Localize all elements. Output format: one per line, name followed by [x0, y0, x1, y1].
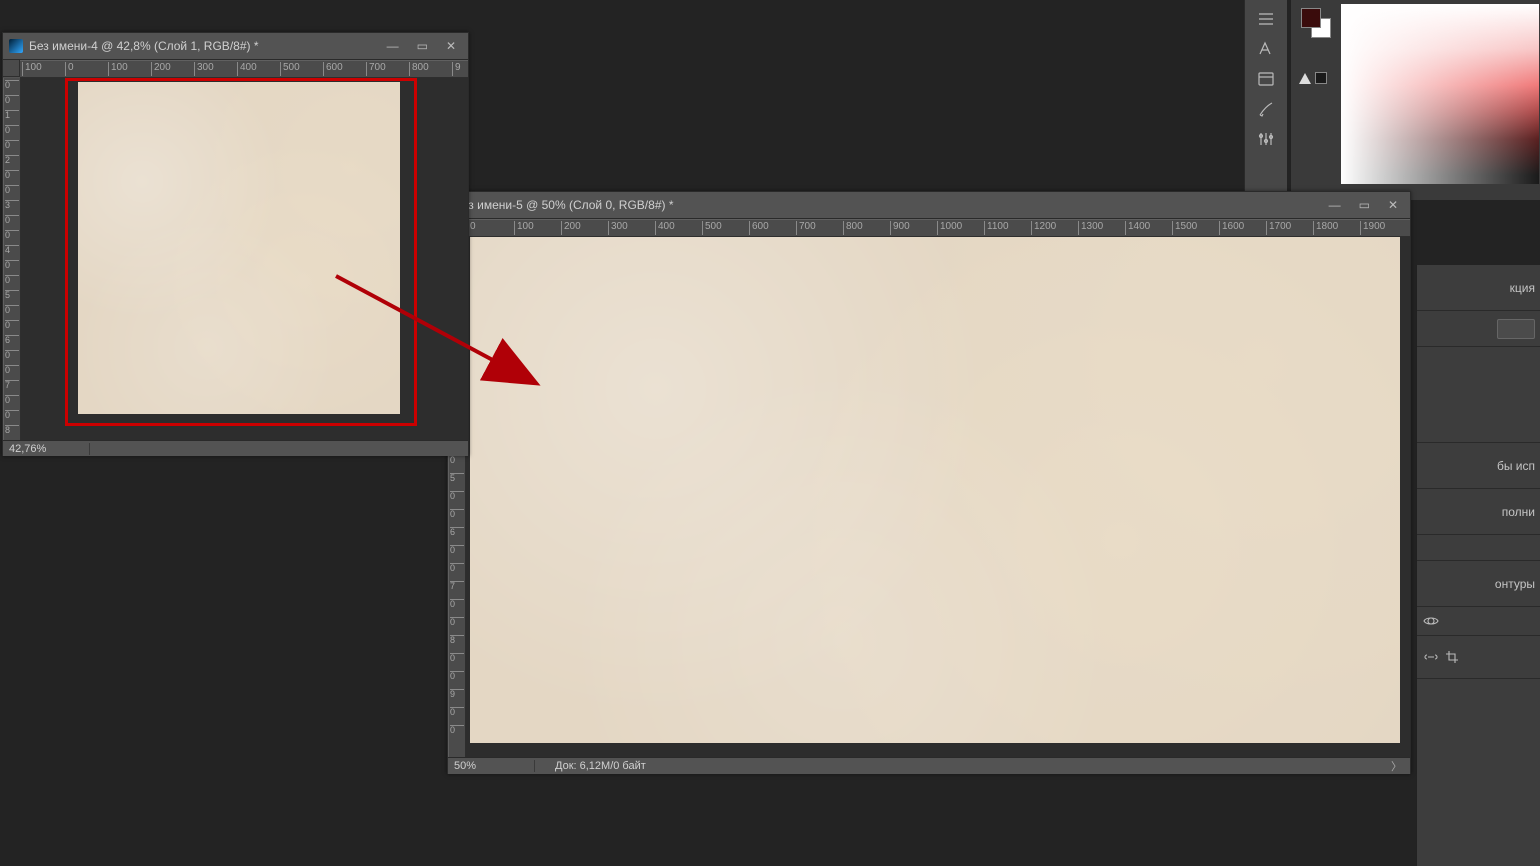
close-icon[interactable]: ✕: [446, 40, 456, 52]
window2-title: Без имени-5 @ 50% (Слой 0, RGB/8#) *: [454, 198, 1329, 212]
maximize-icon[interactable]: ▭: [1359, 199, 1370, 211]
character-panel-icon[interactable]: [1254, 40, 1278, 58]
window1-title: Без имени-4 @ 42,8% (Слой 1, RGB/8#) *: [29, 39, 387, 53]
statusbar-1: 42,76%: [3, 440, 468, 456]
brush-panel-icon[interactable]: [1254, 100, 1278, 118]
ruler-horizontal-2[interactable]: 0100200300400500600700800900100011001200…: [465, 219, 1410, 237]
foreground-swatch[interactable]: [1301, 8, 1321, 28]
history-panel-icon[interactable]: [1254, 70, 1278, 88]
warning-icon: [1299, 73, 1311, 84]
zoom-field-1[interactable]: 42,76%: [3, 443, 90, 455]
minimize-icon[interactable]: —: [1329, 199, 1341, 211]
canvas-2[interactable]: [470, 237, 1400, 743]
adjustments-panel-icon[interactable]: [1254, 130, 1278, 148]
panel-tab-libraries-btn[interactable]: [1417, 311, 1540, 347]
chevron-right-icon[interactable]: 〉: [1391, 758, 1402, 774]
photoshop-icon: [9, 39, 23, 53]
color-picker-gradient[interactable]: [1341, 4, 1539, 184]
link-icon: [1423, 650, 1439, 664]
statusbar-2: 50% Док: 6,12M/0 байт 〉: [448, 757, 1410, 774]
ruler-horizontal-1[interactable]: 10001002003004005006007008009: [20, 60, 468, 78]
close-icon[interactable]: ✕: [1388, 199, 1398, 211]
document-window-1[interactable]: Без имени-4 @ 42,8% (Слой 1, RGB/8#) * —…: [2, 32, 469, 456]
ruler-vertical-1[interactable]: 001002003004005006007008: [3, 78, 21, 440]
expand-panels-icon[interactable]: [1254, 10, 1278, 28]
titlebar-1[interactable]: Без имени-4 @ 42,8% (Слой 1, RGB/8#) * —…: [3, 33, 468, 60]
panel-tab-spacer2: [1417, 535, 1540, 561]
panel-tab-history[interactable]: бы исп: [1417, 443, 1540, 489]
panel-tab-icons2[interactable]: [1417, 636, 1540, 679]
panel-tab-paths[interactable]: онтуры: [1417, 561, 1540, 607]
crop-icon: [1445, 650, 1461, 664]
eye-icon: [1423, 614, 1439, 628]
panel-tab-spacer1: [1417, 347, 1540, 443]
titlebar-2[interactable]: Без имени-5 @ 50% (Слой 0, RGB/8#) * — ▭…: [448, 192, 1410, 219]
zoom-field-2[interactable]: 50%: [448, 760, 535, 772]
warning-color-box: [1315, 72, 1327, 84]
selection-border: [65, 78, 417, 426]
panel-tab-fill[interactable]: полни: [1417, 489, 1540, 535]
minimize-icon[interactable]: —: [387, 40, 399, 52]
gamut-warning: [1299, 72, 1327, 84]
doc-info-2[interactable]: Док: 6,12M/0 байт: [535, 760, 1391, 772]
panel-tab-icons1[interactable]: [1417, 607, 1540, 636]
panel-tab-actions[interactable]: кция: [1417, 265, 1540, 311]
maximize-icon[interactable]: ▭: [417, 40, 428, 52]
document-window-2[interactable]: Без имени-5 @ 50% (Слой 0, RGB/8#) * — ▭…: [447, 191, 1411, 774]
